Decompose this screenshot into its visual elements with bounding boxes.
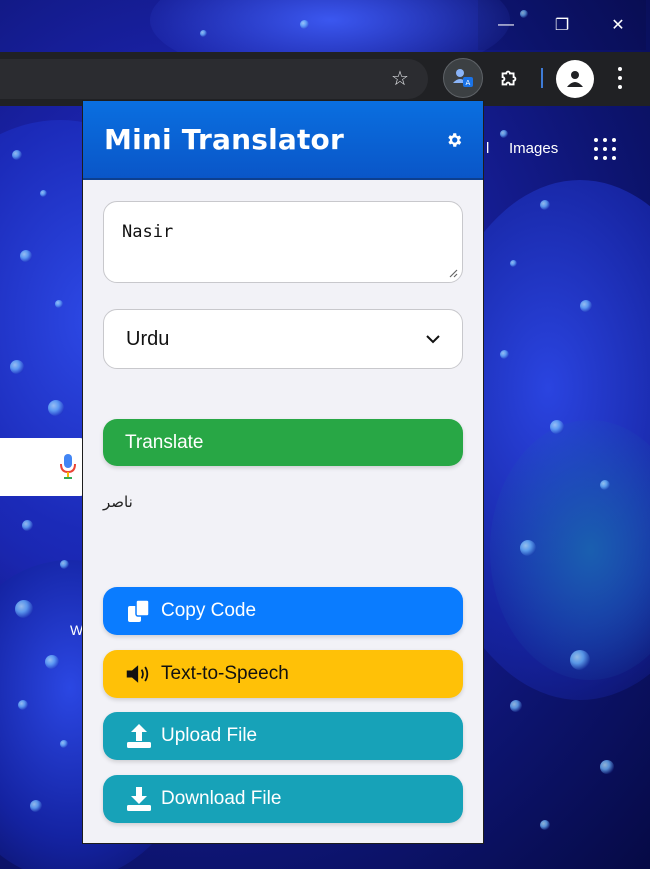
water-droplet [540,820,550,830]
source-text-value: Nasir [122,222,174,242]
maximize-icon: ❐ [554,17,570,34]
gear-icon[interactable] [445,131,463,149]
close-window-button[interactable]: ✕ [590,0,646,50]
apps-grid-icon[interactable] [594,138,616,160]
source-text-input[interactable]: Nasir [103,201,463,283]
upload-file-label: Upload File [161,725,258,746]
water-droplet [48,400,64,416]
upload-file-button[interactable]: Upload File [103,712,463,760]
translate-extension-icon: A [453,69,473,87]
minimize-icon: — [498,16,514,33]
translate-button[interactable]: Translate [103,419,463,466]
star-icon[interactable]: ☆ [388,67,412,91]
background-link-fragment[interactable]: l [486,140,489,157]
water-droplet [22,520,33,531]
copy-code-button[interactable]: Copy Code [103,587,463,635]
popup-header: Mini Translator [83,101,483,180]
water-droplet [510,260,517,267]
chevron-down-icon [426,335,440,344]
copy-icon [125,597,153,625]
download-file-label: Download File [161,788,282,809]
water-droplet [570,650,590,670]
close-icon: ✕ [611,17,625,34]
water-droplet [60,740,68,748]
water-droplet [40,190,47,197]
selected-language: Urdu [126,327,170,350]
images-link[interactable]: Images [509,140,558,157]
upload-icon [125,722,153,750]
target-language-select[interactable]: Urdu [103,309,463,369]
extensions-button[interactable] [494,63,524,93]
browser-toolbar: ☆ [0,52,650,106]
water-droplet [18,700,28,710]
water-droplet [510,700,522,712]
maximize-button[interactable]: ❐ [534,0,590,50]
text-to-speech-label: Text-to-Speech [161,663,289,684]
water-droplet [10,360,24,374]
water-droplet [500,130,508,138]
download-icon [125,785,153,813]
translate-label: Translate [125,431,204,453]
water-droplet [500,350,509,359]
water-droplet [580,300,592,312]
translate-extension-button[interactable]: A [443,58,483,98]
svg-text:A: A [466,79,471,87]
address-bar[interactable]: ☆ [0,59,428,99]
water-droplet [15,600,33,618]
mic-icon[interactable] [60,452,76,480]
copy-code-label: Copy Code [161,600,257,621]
water-droplet [45,655,59,669]
popup-title: Mini Translator [104,123,344,156]
water-droplet [540,200,550,210]
water-droplet [55,300,63,308]
water-droplet [600,760,614,774]
water-droplet [20,250,32,262]
water-droplet [30,800,42,812]
water-droplet [550,420,564,434]
profile-icon [567,71,583,87]
toolbar-divider [541,68,543,88]
text-to-speech-button[interactable]: Text-to-Speech [103,650,463,698]
minimize-button[interactable]: — [478,0,534,50]
profile-button[interactable] [556,60,594,98]
water-droplet [520,540,536,556]
water-droplet [12,150,22,160]
kebab-menu-icon[interactable] [610,64,630,92]
window-title-bar: — ❐ ✕ [0,0,650,52]
puzzle-icon [501,70,517,86]
mini-translator-popup: Mini Translator Nasir Urdu Translate ناص… [82,100,484,844]
water-droplet [60,560,69,569]
resize-handle-icon[interactable] [448,268,458,278]
water-droplet [600,480,610,490]
translation-result: ناصر [103,493,133,511]
download-file-button[interactable]: Download File [103,775,463,823]
speaker-icon [125,660,153,688]
